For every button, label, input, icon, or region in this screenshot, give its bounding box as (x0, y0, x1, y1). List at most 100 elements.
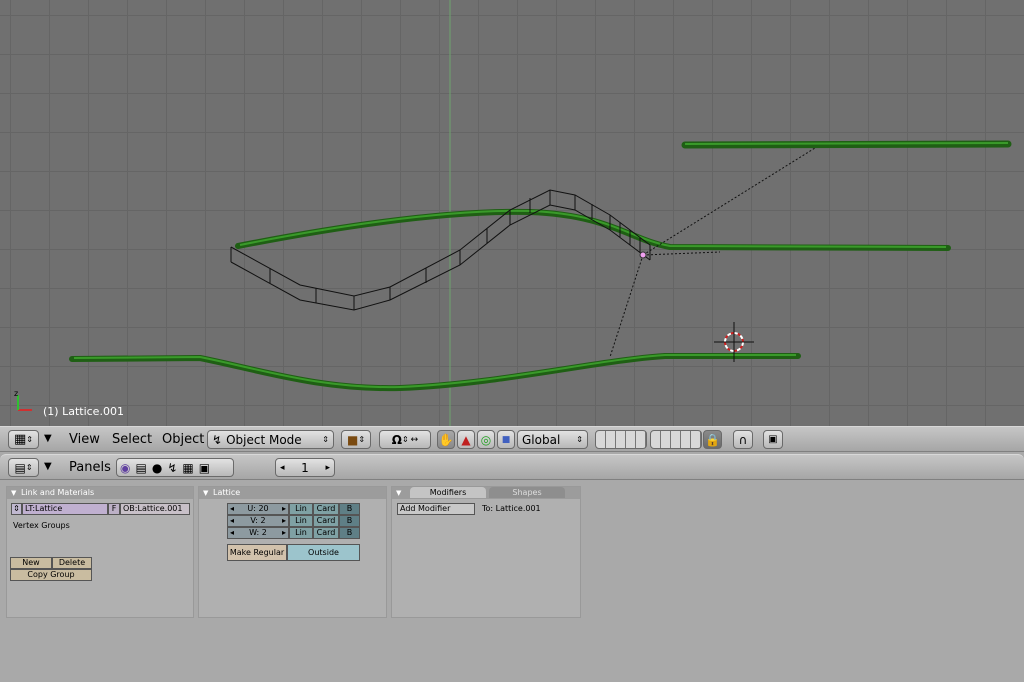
u-resolution-field[interactable]: ◂ U: 20 ▸ (227, 503, 289, 515)
copy-group-button[interactable]: Copy Group (10, 569, 92, 581)
object-origin (639, 251, 647, 259)
square-icon: ■ (501, 434, 511, 445)
updown-icon: ⇕ (322, 435, 329, 444)
updown-icon: ⇕ (13, 504, 20, 513)
fake-user-button[interactable]: F (108, 503, 120, 515)
u-value: U: 20 (247, 504, 269, 513)
lock-icon: 🔒 (705, 432, 720, 447)
editor-type-button[interactable]: ▦ ⇕ (8, 430, 39, 449)
delete-group-button[interactable]: Delete (52, 557, 92, 569)
image-icon: ▣ (768, 434, 778, 445)
hand-icon: ✋ (438, 432, 454, 447)
draw-type-selector[interactable]: ■ ⇕ (341, 430, 371, 449)
frame-field[interactable]: ◂ 1 ▸ (275, 458, 335, 477)
u-lin-button[interactable]: Lin (289, 503, 313, 515)
link-materials-panel: Link and Materials ⇕ LT:Lattice F OB:Lat… (6, 486, 194, 618)
context-buttons[interactable]: ◉ ▤ ● ↯ ▦ ▣ (116, 458, 234, 477)
updown-icon: ⇕ (576, 435, 583, 444)
panel-title[interactable]: Lattice (199, 487, 386, 499)
menu-collapse-icon[interactable]: ▼ (44, 433, 52, 444)
chevron-right-icon: ▸ (281, 504, 286, 513)
v-card-button[interactable]: Card (313, 515, 339, 527)
curve-bottom (69, 353, 801, 392)
lattice-panel: Lattice ◂ U: 20 ▸ Lin Card B ◂ V: 2 ▸ Lin Ca… (198, 486, 387, 618)
rotate-toggle[interactable]: ▲ (457, 430, 475, 449)
object-mode-icon: ↯ (212, 432, 223, 447)
w-card-button[interactable]: Card (313, 527, 339, 539)
w-value: W: 2 (249, 528, 267, 537)
mode-selector[interactable]: ↯ Object Mode ⇕ (207, 430, 334, 449)
curve-middle (235, 208, 951, 251)
select-menu[interactable]: Select (112, 432, 152, 447)
manipulator-icon: ↔ (410, 434, 419, 445)
frame-value: 1 (301, 460, 309, 475)
render-button[interactable]: ▣ (763, 430, 783, 449)
axis-gizmo-icon: z (14, 389, 32, 411)
v-bspline-button[interactable]: B (339, 515, 360, 527)
shading-context-icon: ● (151, 460, 163, 475)
editing-context-icon: ▦ (182, 460, 194, 475)
add-modifier-button[interactable]: Add Modifier (397, 503, 475, 515)
w-lin-button[interactable]: Lin (289, 527, 313, 539)
pivot-selector[interactable]: Ω ⇕ ↔ (379, 430, 431, 449)
magnet-icon: ∩ (738, 432, 748, 447)
3d-view-header: ▦ ⇕ ▼ View Select Object ↯ Object Mode ⇕ … (0, 426, 1024, 452)
u-card-button[interactable]: Card (313, 503, 339, 515)
layer-lock-toggle[interactable]: 🔒 (703, 430, 722, 449)
object-name-field[interactable]: OB:Lattice.001 (120, 503, 190, 515)
circle-icon: ◎ (480, 432, 492, 447)
grid-icon: ▦ (14, 432, 27, 447)
modifier-target-label: To: Lattice.001 (482, 504, 541, 513)
chevron-left-icon: ◂ (230, 516, 235, 525)
3d-viewport[interactable]: z (1) Lattice.001 (0, 0, 1024, 426)
w-resolution-field[interactable]: ◂ W: 2 ▸ (227, 527, 289, 539)
lattice-browse-button[interactable]: ⇕ (11, 503, 22, 515)
orientation-label: Global (522, 432, 561, 447)
v-lin-button[interactable]: Lin (289, 515, 313, 527)
object-menu[interactable]: Object (162, 432, 204, 447)
new-group-button[interactable]: New (10, 557, 52, 569)
object-context-icon: ↯ (167, 460, 178, 475)
panels-menu[interactable]: Panels (69, 460, 111, 475)
logic-context-icon: ◉ (120, 460, 131, 475)
viewport-scene: z (14, 0, 1012, 426)
scale-toggle[interactable]: ◎ (477, 430, 495, 449)
panel-title[interactable]: Link and Materials (7, 487, 193, 499)
editor-type-button-buttons[interactable]: ▤ ⇕ (8, 458, 39, 477)
v-resolution-field[interactable]: ◂ V: 2 ▸ (227, 515, 289, 527)
pivot-icon: Ω (391, 432, 402, 447)
menu-collapse-icon[interactable]: ▼ (44, 461, 52, 472)
tab-modifiers[interactable]: Modifiers (410, 487, 486, 498)
svg-text:z: z (14, 389, 18, 398)
object-info-label: (1) Lattice.001 (43, 405, 124, 418)
buttons-window-header: ▤ ⇕ ▼ Panels ◉ ▤ ● ↯ ▦ ▣ ◂ 1 ▸ (0, 454, 1024, 480)
triangle-icon: ▲ (461, 432, 471, 447)
orientation-selector[interactable]: Global ⇕ (517, 430, 588, 449)
chevron-left-icon: ◂ (230, 528, 235, 537)
script-context-icon: ▤ (135, 460, 147, 475)
tab-shapes[interactable]: Shapes (489, 487, 565, 498)
local-toggle[interactable]: ■ (497, 430, 515, 449)
v-value: V: 2 (250, 516, 266, 525)
chevron-left-icon: ◂ (230, 504, 235, 513)
mode-label: Object Mode (226, 432, 302, 447)
buttons-window-icon: ▤ (14, 460, 26, 475)
u-bspline-button[interactable]: B (339, 503, 360, 515)
lattice-cage (230, 189, 651, 311)
lattice-name-field[interactable]: LT:Lattice (22, 503, 108, 515)
chevron-right-icon: ▸ (281, 528, 286, 537)
w-bspline-button[interactable]: B (339, 527, 360, 539)
shading-icon: ■ (346, 432, 359, 447)
layer-buttons-right[interactable] (650, 430, 702, 449)
chevron-left-icon: ◂ (280, 462, 285, 473)
layer-buttons-left[interactable] (595, 430, 647, 449)
chevron-right-icon: ▸ (325, 462, 330, 473)
view-menu[interactable]: View (69, 432, 100, 447)
grab-toggle[interactable]: ✋ (437, 430, 455, 449)
scene-context-icon: ▣ (198, 460, 211, 475)
chevron-right-icon: ▸ (281, 516, 286, 525)
outside-toggle[interactable]: Outside (287, 544, 360, 561)
snap-toggle[interactable]: ∩ (733, 430, 753, 449)
make-regular-button[interactable]: Make Regular (227, 544, 287, 561)
vertex-groups-label: Vertex Groups (13, 521, 70, 530)
